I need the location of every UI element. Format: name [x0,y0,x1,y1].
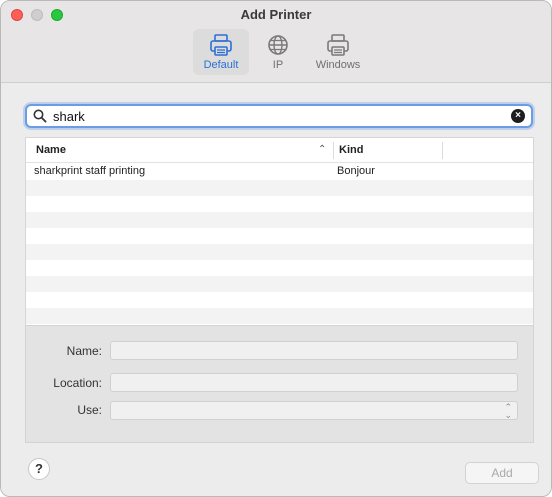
empty-row [26,276,533,292]
table-body: sharkprint staff printing Bonjour [26,164,533,324]
window-title: Add Printer [240,7,312,22]
empty-row [26,244,533,260]
clear-search-icon[interactable]: × [511,109,525,123]
empty-row [26,212,533,228]
sort-ascending-icon: ⌃ [318,144,327,155]
chevron-up-down-icon: ⌃ ⌄ [504,402,512,420]
search-icon [33,109,47,123]
column-header-kind[interactable]: Kind [339,138,363,163]
toolbar-windows-button[interactable]: Windows [309,29,367,75]
column-header-name[interactable]: Name [36,138,66,163]
empty-row [26,196,533,212]
name-field[interactable] [110,341,518,360]
search-input-value: shark [53,109,85,124]
toolbar-ip-button[interactable]: IP [258,29,298,75]
toolbar-default-button[interactable]: Default [193,29,249,75]
printer-name-cell: sharkprint staff printing [34,165,146,177]
table-row[interactable]: sharkprint staff printing Bonjour [26,164,533,180]
search-field[interactable]: shark × [25,104,533,128]
column-separator[interactable] [333,142,334,159]
windows-printer-icon [327,34,349,56]
titlebar: Add Printer Default IP Windows [1,1,551,83]
table-header: Name ⌃ Kind [26,138,533,163]
printer-details-form: Name: Location: Use: ⌃ ⌄ [25,325,534,443]
use-label: Use: [77,403,102,417]
toolbar-windows-label: Windows [315,59,361,71]
empty-row [26,260,533,276]
add-button[interactable]: Add [465,462,539,484]
toolbar-ip-label: IP [272,59,284,71]
column-separator[interactable] [442,142,443,159]
add-printer-window: Add Printer Default IP Windows shark × N… [0,0,552,497]
name-label: Name: [66,344,102,358]
content-area: shark × Name ⌃ Kind sharkprint staff pri… [1,84,551,496]
location-field[interactable] [110,373,518,392]
empty-row [26,292,533,308]
empty-row [26,228,533,244]
help-button[interactable]: ? [28,458,50,480]
use-select[interactable]: ⌃ ⌄ [110,401,518,420]
printer-kind-cell: Bonjour [337,165,375,177]
toolbar-default-label: Default [203,59,239,71]
empty-row [26,308,533,324]
location-label: Location: [53,376,102,390]
globe-icon [268,35,288,55]
empty-row [26,180,533,196]
printer-icon [210,34,232,56]
